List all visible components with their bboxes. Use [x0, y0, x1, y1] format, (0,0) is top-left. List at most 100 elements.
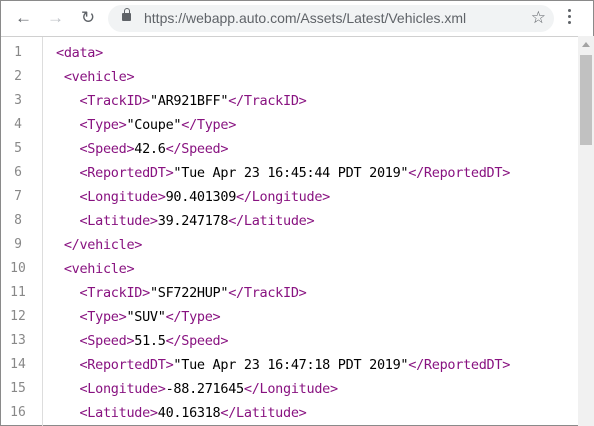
lock-icon[interactable]	[122, 8, 131, 21]
line-number: 3	[14, 93, 22, 108]
element-value: 42.6	[134, 141, 166, 157]
xml-tag: <Latitude>	[79, 213, 158, 229]
xml-tag: <Speed>	[79, 333, 135, 349]
line-number: 10	[10, 261, 26, 276]
element-value: 90.401309	[165, 189, 237, 205]
vertical-scrollbar[interactable]	[578, 36, 594, 426]
line-number: 7	[14, 189, 22, 204]
element-value: 51.5	[134, 333, 166, 349]
element-value: -88.271645	[165, 381, 245, 397]
line-number: 12	[10, 309, 26, 324]
address-bar[interactable]: https://webapp.auto.com/Assets/Latest/Ve…	[108, 5, 554, 32]
code-line: <Type>"SUV"</Type>	[56, 309, 220, 325]
star-icon[interactable]: ☆	[531, 8, 546, 28]
url-text[interactable]: https://webapp.auto.com/Assets/Latest/Ve…	[144, 10, 466, 26]
scroll-up-arrow-icon[interactable]	[582, 42, 590, 47]
xml-tag: </Longitude>	[243, 381, 338, 397]
line-number: 11	[10, 285, 26, 300]
code-line: <ReportedDT>"Tue Apr 23 16:45:44 PDT 201…	[56, 165, 510, 181]
code-line: <Longitude>-88.271645</Longitude>	[56, 381, 338, 397]
xml-tag: </Type>	[181, 117, 237, 133]
line-number: 5	[14, 141, 22, 156]
line-number: 13	[10, 333, 26, 348]
line-number: 14	[10, 357, 26, 372]
element-value: "Tue Apr 23 16:47:18 PDT 2019"	[173, 357, 409, 373]
line-number: 1	[14, 45, 22, 60]
code-line: <Speed>42.6</Speed>	[56, 141, 228, 157]
xml-tag: <Type>	[79, 309, 127, 325]
xml-tag: <Type>	[79, 117, 127, 133]
xml-tag: <Speed>	[79, 141, 135, 157]
xml-tag: <ReportedDT>	[79, 357, 174, 373]
element-value: 40.16318	[157, 405, 221, 421]
forward-arrow-icon[interactable]: →	[47, 9, 64, 26]
xml-tag: <TrackID>	[79, 285, 150, 301]
xml-tag: <ReportedDT>	[79, 165, 174, 181]
xml-tag: </Speed>	[165, 333, 229, 349]
xml-tag: </TrackID>	[228, 285, 307, 301]
xml-tag: <Latitude>	[79, 405, 158, 421]
code-line: <Type>"Coupe"</Type>	[56, 117, 236, 133]
line-number: 8	[14, 213, 22, 228]
line-number-gutter: 1 2 3 4 5 6 7 8 9 10 11 12 13 14 15 16	[1, 37, 43, 426]
code-line: <TrackID>"AR921BFF"</TrackID>	[56, 93, 307, 109]
element-value: "SF722HUP"	[149, 285, 229, 301]
code-line: <Latitude>40.16318</Latitude>	[56, 405, 307, 421]
element-value: "Coupe"	[126, 117, 182, 133]
reload-icon[interactable]: ↻	[80, 9, 96, 26]
xml-viewer: 1 2 3 4 5 6 7 8 9 10 11 12 13 14 15 16 <data> <vehicle>…	[1, 36, 579, 426]
line-number: 2	[14, 69, 22, 84]
code-line: <ReportedDT>"Tue Apr 23 16:47:18 PDT 201…	[56, 357, 510, 373]
xml-tag: <TrackID>	[79, 93, 150, 109]
code-line: <TrackID>"SF722HUP"</TrackID>	[56, 285, 307, 301]
scrollbar-thumb[interactable]	[580, 55, 592, 145]
xml-tag: <Longitude>	[79, 381, 166, 397]
back-arrow-icon[interactable]: ←	[15, 9, 32, 26]
element-value: "Tue Apr 23 16:45:44 PDT 2019"	[173, 165, 409, 181]
line-number: 15	[10, 381, 26, 396]
code-line: <Latitude>39.247178</Latitude>	[56, 213, 314, 229]
browser-toolbar: ← → ↻ https://webapp.auto.com/Assets/Lat…	[1, 1, 593, 36]
xml-tag: </Type>	[165, 309, 221, 325]
xml-tag: </Longitude>	[236, 189, 330, 205]
line-number: 4	[14, 117, 22, 132]
xml-tag: </ReportedDT>	[408, 165, 511, 181]
xml-tag: </Latitude>	[228, 213, 315, 229]
element-value: "SUV"	[126, 309, 166, 325]
element-value: 39.247178	[157, 213, 229, 229]
xml-tag: </Speed>	[165, 141, 229, 157]
code-line: </vehicle>	[56, 237, 143, 253]
xml-tag: </ReportedDT>	[408, 357, 511, 373]
code-line: <Longitude>90.401309</Longitude>	[56, 189, 330, 205]
code-line: <Speed>51.5</Speed>	[56, 333, 228, 349]
xml-tag: </vehicle>	[63, 237, 143, 253]
xml-tag: </Latitude>	[220, 405, 307, 421]
code-line: <data>	[56, 45, 103, 61]
line-number: 16	[10, 405, 26, 420]
kebab-menu-icon[interactable]	[568, 9, 572, 27]
code-line: <vehicle>	[56, 261, 135, 277]
xml-tag: <data>	[56, 45, 103, 61]
xml-tag: <vehicle>	[63, 69, 135, 85]
xml-tag: </TrackID>	[228, 93, 307, 109]
line-number: 9	[14, 237, 22, 252]
line-number: 6	[14, 165, 22, 180]
code-line: <vehicle>	[56, 69, 135, 85]
element-value: "AR921BFF"	[149, 93, 229, 109]
xml-tag: <vehicle>	[63, 261, 135, 277]
